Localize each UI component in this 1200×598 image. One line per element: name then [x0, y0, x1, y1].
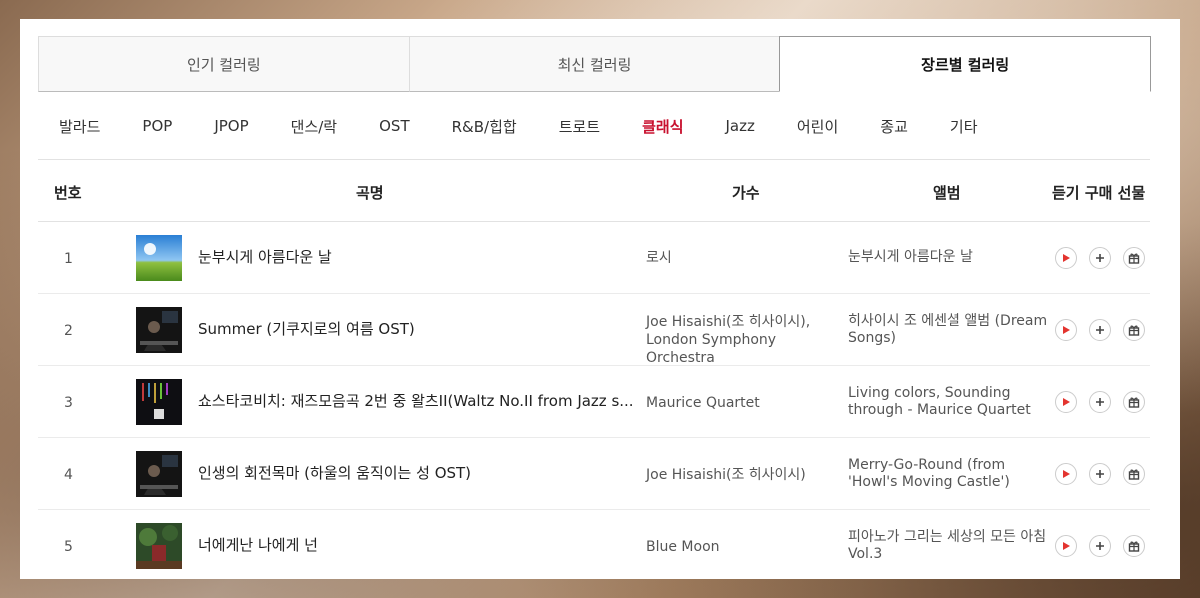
artist-name[interactable]: Maurice Quartet — [646, 394, 846, 412]
header-title: 곡명 — [356, 184, 384, 202]
album-name[interactable]: 히사이시 조 에센셜 앨범 (Dream Songs) — [848, 313, 1053, 347]
buy-button[interactable] — [1089, 463, 1111, 485]
album-name[interactable]: 눈부시게 아름다운 날 — [848, 249, 1053, 266]
play-button[interactable] — [1055, 463, 1077, 485]
row-num: 3 — [64, 395, 73, 411]
genre-trot[interactable]: 트로트 — [538, 116, 621, 137]
table-header: 번호 곡명 가수 앨범 듣기 구매 선물 — [38, 160, 1150, 222]
song-title[interactable]: Summer (기쿠지로의 여름 OST) — [198, 318, 638, 339]
gift-icon — [1128, 541, 1140, 552]
row-num: 1 — [64, 251, 73, 267]
play-button[interactable] — [1055, 319, 1077, 341]
album-thumb-forest[interactable] — [136, 523, 182, 569]
header-num: 번호 — [54, 184, 82, 202]
album-thumb-pianist[interactable] — [136, 307, 182, 353]
header-album: 앨범 — [933, 184, 961, 202]
plus-icon — [1096, 398, 1104, 406]
tab-latest[interactable]: 최신 컬러링 — [408, 36, 781, 92]
play-button[interactable] — [1055, 391, 1077, 413]
ringtone-panel: 인기 컬러링 최신 컬러링 장르별 컬러링 발라드 POP JPOP 댄스/락 … — [20, 19, 1180, 579]
table-row: 3 쇼스타코비치: 재즈모음곡 2번 중 왈츠II(Waltz No.II fr… — [38, 366, 1150, 438]
genre-religion[interactable]: 종교 — [859, 116, 929, 137]
gift-icon — [1128, 253, 1140, 264]
genre-ost[interactable]: OST — [358, 117, 431, 135]
row-num: 4 — [64, 467, 73, 483]
album-name[interactable]: Living colors, Sounding through - Mauric… — [848, 385, 1053, 419]
play-icon — [1063, 326, 1070, 334]
plus-icon — [1096, 542, 1104, 550]
buy-button[interactable] — [1089, 535, 1111, 557]
row-num: 2 — [64, 323, 73, 339]
artist-name[interactable]: Joe Hisaishi(조 히사이시), London Symphony Or… — [646, 313, 846, 367]
plus-icon — [1096, 254, 1104, 262]
genre-ballad[interactable]: 발라드 — [38, 116, 121, 137]
genre-etc[interactable]: 기타 — [929, 116, 999, 137]
category-tabs: 인기 컬러링 최신 컬러링 장르별 컬러링 — [38, 36, 1152, 92]
buy-button[interactable] — [1089, 319, 1111, 341]
header-actions: 듣기 구매 선물 — [1052, 184, 1146, 202]
table-row: 1 눈부시게 아름다운 날 로시 눈부시게 아름다운 날 — [38, 222, 1150, 294]
play-button[interactable] — [1055, 535, 1077, 557]
genre-pop[interactable]: POP — [121, 117, 193, 135]
gift-button[interactable] — [1123, 247, 1145, 269]
gift-icon — [1128, 469, 1140, 480]
song-title[interactable]: 눈부시게 아름다운 날 — [198, 246, 638, 267]
gift-icon — [1128, 325, 1140, 336]
table-row: 4 인생의 회전목마 (하울의 움직이는 성 OST) Joe Hisaishi… — [38, 438, 1150, 510]
album-name[interactable]: Merry-Go-Round (from 'Howl's Moving Cast… — [848, 457, 1053, 491]
album-thumb-pianist[interactable] — [136, 451, 182, 497]
artist-name[interactable]: Joe Hisaishi(조 히사이시) — [646, 466, 846, 484]
song-title[interactable]: 너에게난 나에게 넌 — [198, 534, 638, 555]
genre-filter-bar: 발라드 POP JPOP 댄스/락 OST R&B/힙합 트로트 클래식 Jaz… — [38, 93, 1150, 160]
gift-button[interactable] — [1123, 391, 1145, 413]
song-title[interactable]: 쇼스타코비치: 재즈모음곡 2번 중 왈츠II(Waltz No.II from… — [198, 390, 638, 411]
genre-jpop[interactable]: JPOP — [193, 117, 269, 135]
play-icon — [1063, 470, 1070, 478]
row-num: 5 — [64, 539, 73, 555]
genre-jazz[interactable]: Jazz — [705, 117, 776, 135]
plus-icon — [1096, 470, 1104, 478]
album-thumb-quartet[interactable] — [136, 379, 182, 425]
buy-button[interactable] — [1089, 247, 1111, 269]
play-icon — [1063, 542, 1070, 550]
play-icon — [1063, 398, 1070, 406]
genre-kids[interactable]: 어린이 — [776, 116, 859, 137]
gift-icon — [1128, 397, 1140, 408]
play-button[interactable] — [1055, 247, 1077, 269]
genre-dance-rock[interactable]: 댄스/락 — [270, 116, 358, 137]
table-row: 5 너에게난 나에게 넌 Blue Moon 피아노가 그리는 세상의 모든 아… — [38, 510, 1150, 579]
artist-name[interactable]: Blue Moon — [646, 538, 846, 556]
genre-classic[interactable]: 클래식 — [621, 116, 704, 137]
table-row: 2 Summer (기쿠지로의 여름 OST) Joe Hisaishi(조 히… — [38, 294, 1150, 366]
gift-button[interactable] — [1123, 463, 1145, 485]
album-thumb-sky-field[interactable] — [136, 235, 182, 281]
play-icon — [1063, 254, 1070, 262]
buy-button[interactable] — [1089, 391, 1111, 413]
tab-popular[interactable]: 인기 컬러링 — [38, 36, 410, 92]
genre-rnb-hiphop[interactable]: R&B/힙합 — [431, 116, 538, 137]
tab-genre[interactable]: 장르별 컬러링 — [779, 36, 1152, 92]
header-artist: 가수 — [732, 184, 760, 202]
song-title[interactable]: 인생의 회전목마 (하울의 움직이는 성 OST) — [198, 462, 638, 483]
gift-button[interactable] — [1123, 535, 1145, 557]
album-name[interactable]: 피아노가 그리는 세상의 모든 아침 Vol.3 — [848, 529, 1053, 563]
plus-icon — [1096, 326, 1104, 334]
artist-name[interactable]: 로시 — [646, 249, 846, 267]
gift-button[interactable] — [1123, 319, 1145, 341]
